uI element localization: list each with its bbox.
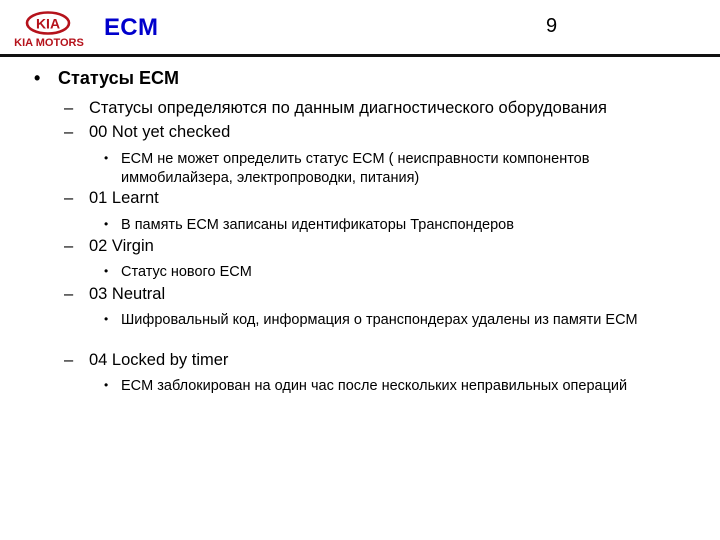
page-number: 9 — [546, 15, 558, 37]
dash-icon: – — [64, 189, 74, 207]
bullet-icon: • — [104, 217, 109, 231]
bullet-icon: • — [104, 264, 109, 278]
list-item-text: 02 Virgin — [89, 237, 154, 255]
slide-title: ECM — [104, 14, 159, 41]
kia-motors-logo: KIA KIA MOTORS — [8, 10, 90, 50]
dash-icon: – — [64, 237, 74, 255]
sub-list-item-text: Шифровальный код, информация о транспонд… — [121, 312, 638, 328]
list-item-text: 03 Neutral — [89, 285, 166, 303]
logo-brand-text: KIA MOTORS — [14, 37, 84, 49]
list-item-text: 01 Learnt — [89, 189, 159, 207]
bullet-icon: • — [104, 312, 109, 326]
dash-icon: – — [64, 123, 74, 141]
list-item-text: 00 Not yet checked — [89, 123, 231, 141]
heading-text: Статусы ECM — [58, 68, 180, 88]
sub-list-item-text: Статус нового ECM — [121, 264, 252, 280]
sub-list-item-text: В память ECM записаны идентификаторы Тра… — [121, 217, 514, 233]
logo-emblem-text: KIA — [36, 16, 60, 32]
bullet-icon: • — [34, 68, 41, 88]
list-item-text: 04 Locked by timer — [89, 351, 229, 369]
sub-list-item-text: ECM заблокирован на один час после неско… — [121, 378, 628, 394]
dash-icon: – — [64, 99, 74, 117]
list-item-text: Статусы определяются по данным диагности… — [89, 99, 607, 117]
bullet-icon: • — [104, 378, 109, 392]
dash-icon: – — [64, 351, 74, 369]
header-divider — [0, 54, 720, 57]
kia-emblem-icon: KIA KIA MOTORS — [14, 11, 84, 49]
dash-icon: – — [64, 285, 74, 303]
bullet-icon: • — [104, 151, 109, 165]
sub-list-item-text: ECM не может определить статус ECM ( неи… — [121, 151, 590, 186]
